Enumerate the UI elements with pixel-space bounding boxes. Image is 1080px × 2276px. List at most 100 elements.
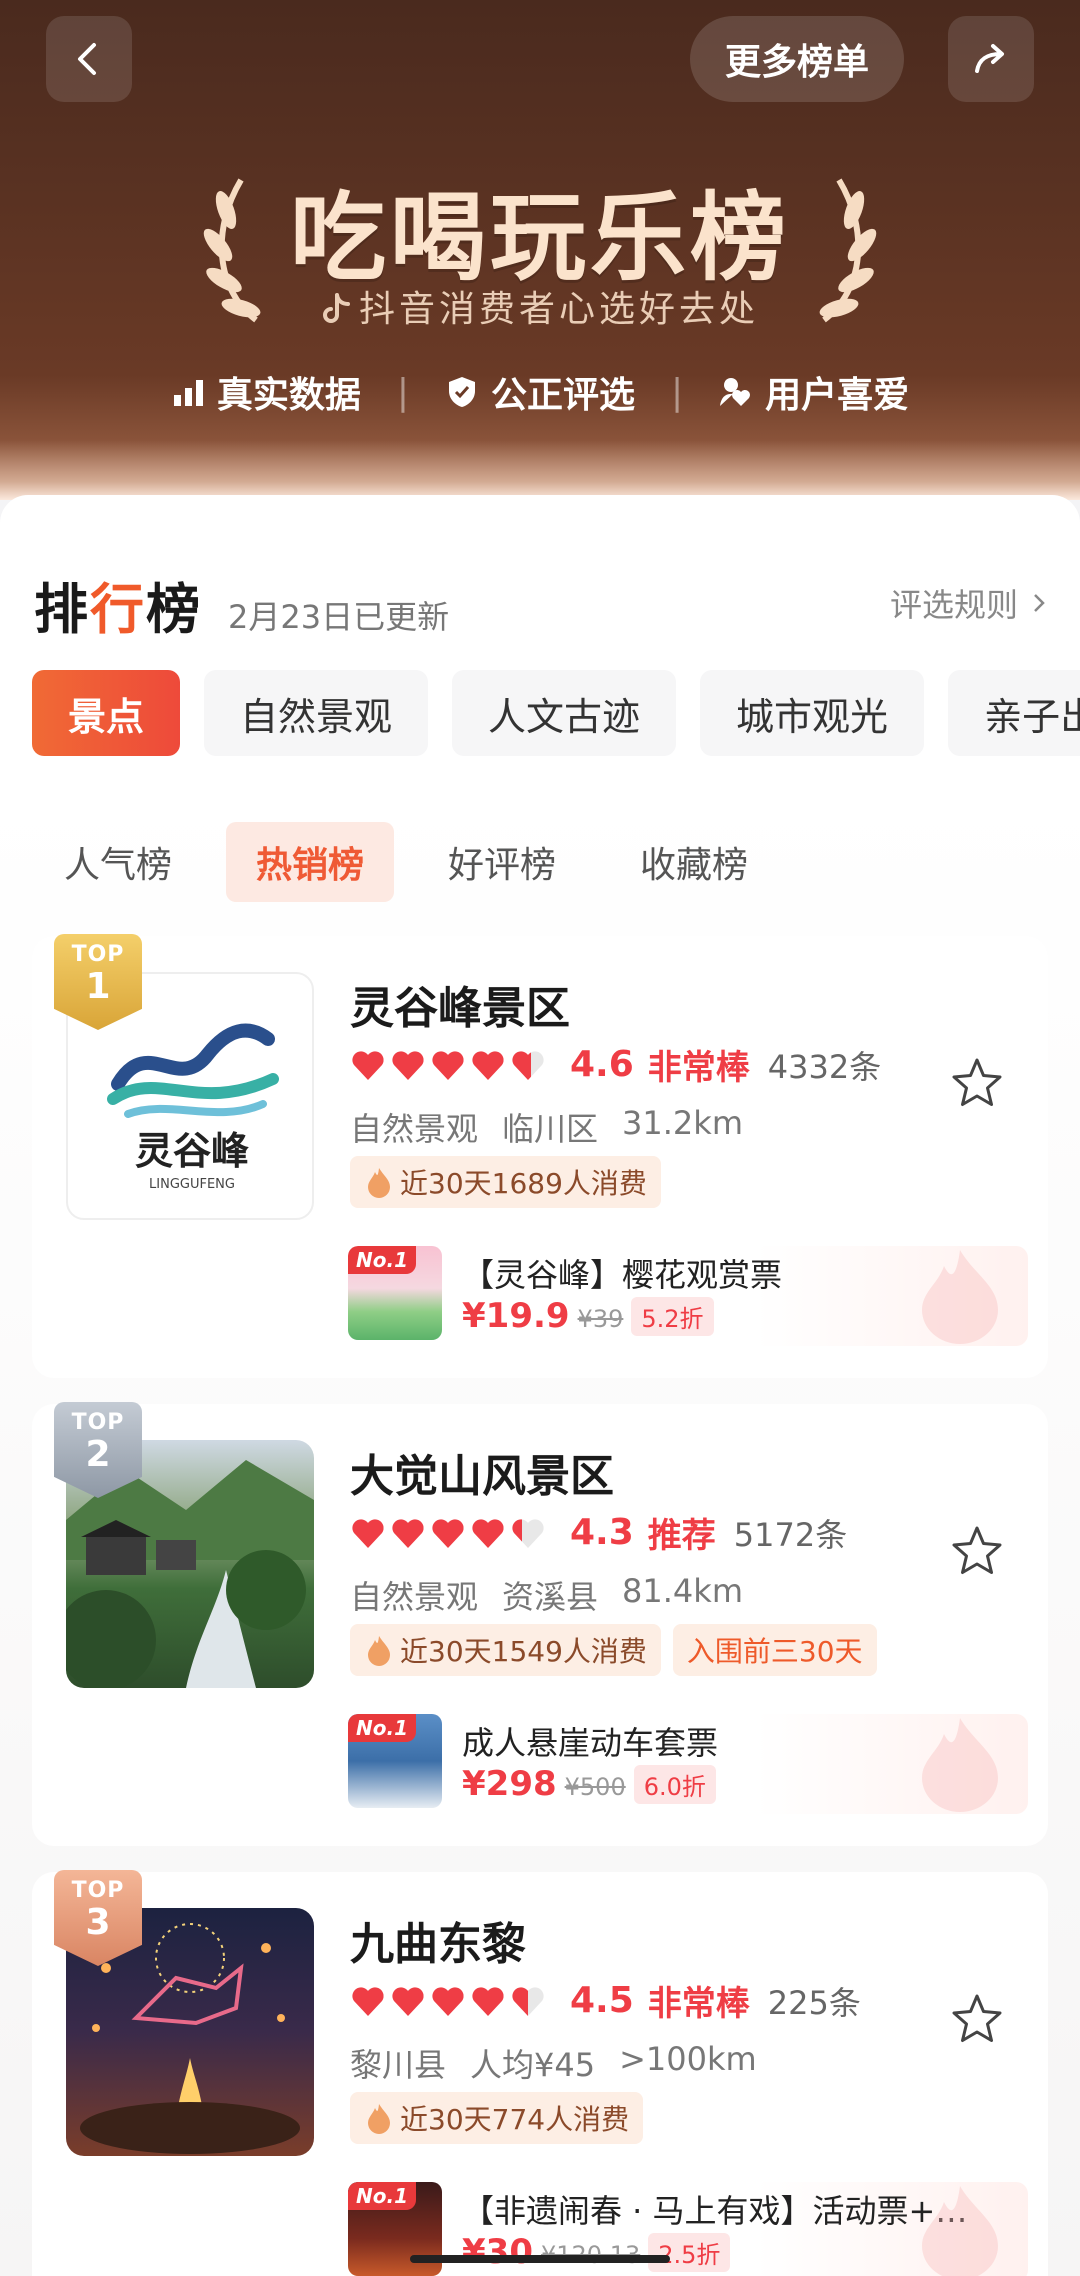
heart-icon [472, 1050, 504, 1080]
star-icon [952, 1994, 1002, 2042]
rating-row: 4.5 非常棒 225条 [350, 1976, 861, 2025]
rating-verdict: 推荐 [647, 1516, 716, 1556]
heart-icon [392, 1518, 424, 1548]
sub-tab-most-saved[interactable]: 收藏榜 [610, 822, 778, 902]
heart-icon [512, 1050, 544, 1080]
heart-icon [432, 1518, 464, 1548]
bar-chart-icon [173, 380, 203, 406]
sub-tab-popular[interactable]: 人气榜 [34, 822, 202, 902]
heart-rating [350, 1048, 546, 1082]
hero-features: 真实数据 | 公正评选 | 用户喜爱 [0, 366, 1080, 418]
flame-icon [368, 1636, 390, 1666]
flame-decoration-icon [922, 1250, 998, 1344]
top3-tag: 入围前三30天 [672, 1624, 877, 1676]
svg-text:LINGGUFENG: LINGGUFENG [149, 1177, 235, 1192]
deal-thumbnail: No.1 [348, 1714, 442, 1808]
heart-rating [350, 1516, 546, 1550]
ranking-updated-date: 2月23日已更新 [228, 598, 450, 636]
feature-real-data: 真实数据 [171, 366, 361, 418]
category-tab-family[interactable]: 亲子出 [948, 670, 1080, 756]
ranking-card[interactable]: TOP 2 大觉山风景区 4.3 推荐 5172条 自然景观 资溪县 81.4km 近… [32, 1402, 1048, 1846]
category-tabs: 景点 自然景观 人文古迹 城市观光 亲子出 [32, 670, 1080, 756]
venue-tags: 近30天1549人消费 入围前三30天 [350, 1624, 877, 1676]
ranking-sub-tabs: 人气榜 热销榜 好评榜 收藏榜 [34, 822, 778, 902]
rating-row: 4.6 非常棒 4332条 [350, 1040, 881, 1089]
deal-price: ¥298 [462, 1764, 557, 1804]
feature-divider: | [671, 371, 684, 413]
category-tab-city[interactable]: 城市观光 [700, 670, 925, 756]
deal-price: ¥19.9 [462, 1296, 570, 1336]
favorite-button[interactable] [950, 1524, 1004, 1578]
hero-banner: 更多榜单 吃喝玩乐榜 抖音消费者心选好去处 真实数据 | 公正评选 | 用户喜爱 [0, 0, 1080, 500]
category-tab-scenic[interactable]: 景点 [32, 670, 181, 756]
review-count: 5172条 [733, 1515, 848, 1554]
douyin-logo-icon [323, 293, 350, 323]
selection-rules-link[interactable]: 评选规则 [890, 580, 1050, 626]
rating-score: 4.5 [570, 1980, 634, 2021]
deal-title: 成人悬崖动车套票 [462, 1724, 719, 1762]
share-arrow-icon [975, 44, 1004, 73]
home-indicator[interactable] [410, 2255, 670, 2263]
star-icon [952, 1058, 1002, 1106]
discount-badge: 2.5折 [648, 2233, 731, 2272]
heart-icon [352, 1518, 384, 1548]
original-price: ¥39 [577, 1305, 624, 1333]
deal-thumbnail: No.1 [348, 1246, 442, 1340]
venue-meta: 自然景观 临川区 31.2km [350, 1104, 743, 1148]
ranking-title: 排行榜 [34, 578, 202, 641]
venue-name[interactable]: 灵谷峰景区 [350, 972, 570, 1036]
feature-label: 公正评选 [490, 375, 635, 416]
deal-title: 【灵谷峰】樱花观赏票 [462, 1256, 783, 1294]
rating-verdict: 非常棒 [647, 1984, 750, 2024]
flame-icon [368, 2104, 390, 2134]
heart-icon [392, 1050, 424, 1080]
venue-meta: 黎川县 人均¥45 >100km [350, 2040, 757, 2084]
deal-item[interactable]: No.1 【灵谷峰】樱花观赏票 ¥19.9 ¥39 5.2折 [348, 1246, 1028, 1346]
ranking-header: 排行榜 2月23日已更新 [34, 565, 449, 644]
user-heart-icon [720, 378, 751, 406]
heart-icon [432, 1050, 464, 1080]
deal-prices: ¥19.9 ¥39 5.2折 [462, 1296, 714, 1336]
rating-row: 4.3 推荐 5172条 [350, 1508, 847, 1557]
back-button[interactable] [46, 16, 132, 102]
venue-name[interactable]: 大觉山风景区 [350, 1440, 614, 1504]
more-lists-button[interactable]: 更多榜单 [690, 16, 904, 102]
sales-tag: 近30天774人消费 [350, 2092, 644, 2144]
favorite-button[interactable] [950, 1056, 1004, 1110]
sub-tab-top-rated[interactable]: 好评榜 [418, 822, 586, 902]
rating-score: 4.3 [570, 1512, 634, 1553]
deal-item[interactable]: No.1 成人悬崖动车套票 ¥298 ¥500 6.0折 [348, 1714, 1028, 1814]
discount-badge: 6.0折 [633, 1765, 716, 1804]
feature-fair-selection: 公正评选 [445, 366, 635, 418]
ranking-card[interactable]: 灵谷峰 LINGGUFENG TOP 1 灵谷峰景区 4.6 非常棒 4332条 … [32, 934, 1048, 1378]
favorite-button[interactable] [950, 1992, 1004, 2046]
share-button[interactable] [948, 16, 1034, 102]
feature-label: 用户喜爱 [765, 375, 910, 416]
shield-check-icon [448, 377, 475, 407]
venue-tags: 近30天1689人消费 [350, 1156, 661, 1208]
venue-name[interactable]: 九曲东黎 [350, 1908, 526, 1972]
heart-icon [432, 1986, 464, 2016]
category-tab-heritage[interactable]: 人文古迹 [452, 670, 677, 756]
venue-meta: 自然景观 资溪县 81.4km [350, 1572, 743, 1616]
heart-icon [352, 1050, 384, 1080]
category-tab-nature[interactable]: 自然景观 [204, 670, 429, 756]
feature-label: 真实数据 [216, 375, 361, 416]
flame-decoration-icon [922, 2186, 998, 2276]
chevron-left-icon [78, 43, 96, 75]
ranking-card[interactable]: TOP 3 九曲东黎 4.5 非常棒 225条 黎川县 人均¥45 >100km 近3… [32, 1870, 1048, 2276]
heart-icon [472, 1518, 504, 1548]
deal-prices: ¥30 ¥120.13 2.5折 [462, 2232, 731, 2272]
heart-icon [512, 1518, 544, 1548]
flame-icon [368, 1168, 390, 1198]
rating-verdict: 非常棒 [647, 1048, 750, 1088]
no1-badge: No.1 [348, 1246, 416, 1274]
sub-tab-bestselling[interactable]: 热销榜 [226, 822, 395, 902]
heart-rating [350, 1984, 546, 2018]
chevron-right-icon [1034, 594, 1045, 612]
hero-title: 吃喝玩乐榜 [290, 182, 790, 294]
star-icon [952, 1526, 1002, 1574]
heart-icon [472, 1986, 504, 2016]
review-count: 225条 [767, 1983, 861, 2022]
venue-tags: 近30天774人消费 [350, 2092, 644, 2144]
